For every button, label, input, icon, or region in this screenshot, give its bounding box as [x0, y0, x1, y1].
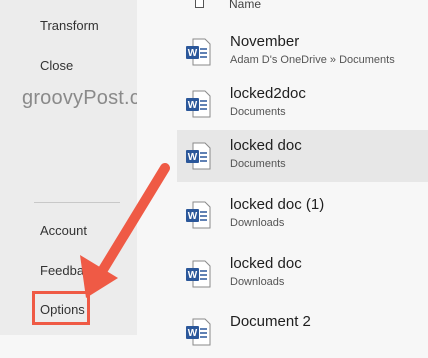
- file-name: Document 2: [230, 313, 311, 330]
- file-location: Documents: [230, 158, 286, 170]
- file-name: November: [230, 33, 300, 50]
- sidebar-item-transform[interactable]: Transform: [40, 18, 99, 33]
- file-name: locked doc: [230, 137, 302, 154]
- options-highlight-box: [32, 291, 90, 325]
- backstage-sidebar: Transform Close Account Feedback Options: [0, 0, 137, 335]
- file-row[interactable]: W locked doc Downloads: [177, 248, 428, 300]
- file-location: Downloads: [230, 217, 285, 229]
- sidebar-divider: [34, 202, 120, 203]
- file-location: Downloads: [230, 276, 285, 288]
- file-location: Adam D's OneDrive » Documents: [230, 54, 395, 66]
- word-document-icon: W: [186, 38, 211, 66]
- file-name: locked doc (1): [230, 196, 325, 213]
- word-document-icon: W: [186, 142, 211, 170]
- svg-text:W: W: [188, 152, 198, 163]
- svg-text:W: W: [188, 328, 198, 339]
- svg-text:W: W: [188, 270, 198, 281]
- word-document-icon: W: [186, 318, 211, 346]
- file-row[interactable]: W Document 2: [177, 306, 428, 358]
- column-header-name[interactable]: Name: [229, 0, 261, 11]
- file-location: Documents: [230, 106, 286, 118]
- file-row-selected[interactable]: W locked doc Documents: [177, 130, 428, 182]
- file-name: locked2doc: [230, 85, 306, 102]
- file-row[interactable]: W November Adam D's OneDrive » Documents: [177, 26, 428, 78]
- recent-files-panel: Name W November Adam D's OneDrive » Docu…: [137, 0, 428, 346]
- sidebar-item-close[interactable]: Close: [40, 58, 73, 73]
- word-document-icon: W: [186, 260, 211, 288]
- word-document-icon: W: [186, 201, 211, 229]
- file-row[interactable]: W locked doc (1) Downloads: [177, 189, 428, 241]
- svg-text:W: W: [188, 48, 198, 59]
- svg-text:W: W: [188, 100, 198, 111]
- file-name: locked doc: [230, 255, 302, 272]
- sidebar-item-account[interactable]: Account: [40, 223, 87, 238]
- svg-text:W: W: [188, 211, 198, 222]
- sidebar-item-feedback[interactable]: Feedback: [40, 263, 97, 278]
- file-row[interactable]: W locked2doc Documents: [177, 78, 428, 130]
- file-list-header: Name: [137, 0, 428, 12]
- word-document-icon: W: [186, 90, 211, 118]
- file-type-icon: [195, 0, 204, 8]
